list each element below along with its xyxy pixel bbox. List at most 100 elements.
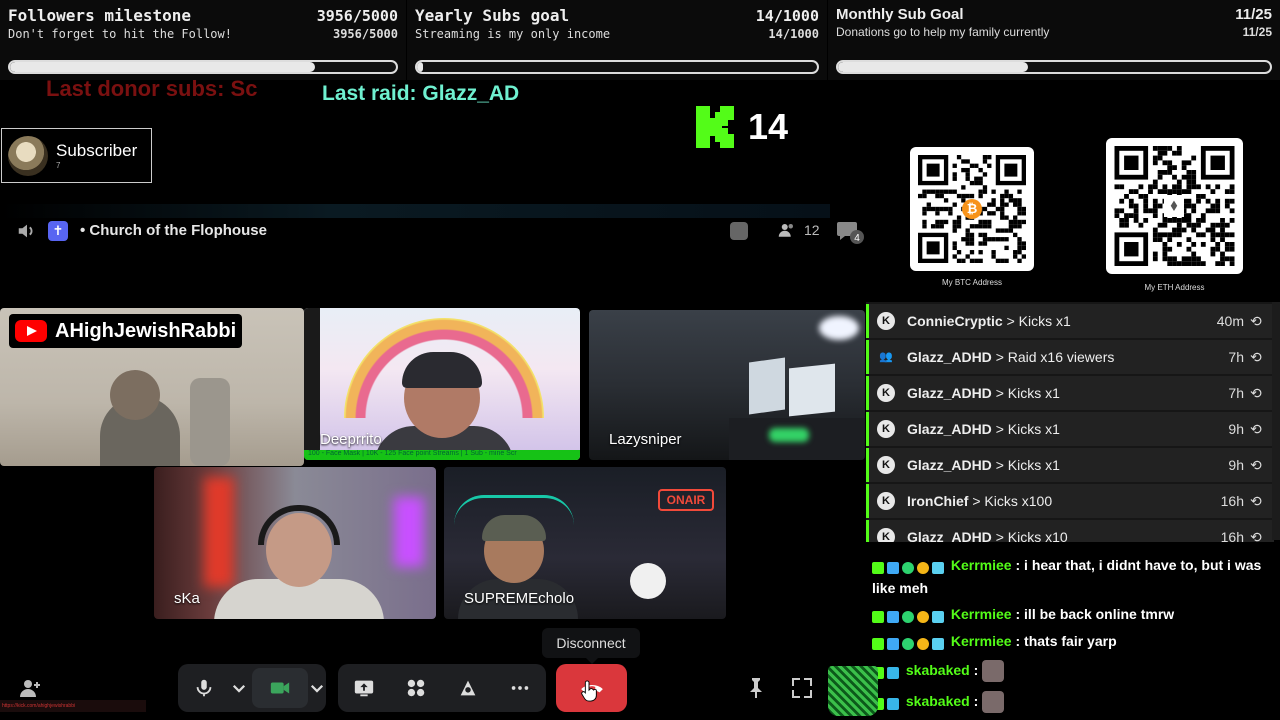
activity-controls: [338, 664, 546, 712]
avatar: [8, 135, 48, 176]
microphone-button[interactable]: [178, 664, 230, 712]
chat-username[interactable]: Kerrmiee: [951, 633, 1012, 649]
event-time: 9h: [1228, 457, 1244, 473]
emote-icon: [982, 660, 1005, 683]
event-list[interactable]: K ConnieCryptic > Kicks x1 40m ⟲ 👥 Glazz…: [866, 302, 1274, 542]
chat-message: skabaked :: [872, 690, 1268, 714]
eth-caption: My ETH Address: [1144, 283, 1205, 292]
chat-username[interactable]: Kerrmiee: [951, 557, 1012, 573]
replay-icon[interactable]: ⟲: [1250, 349, 1266, 365]
event-time: 9h: [1228, 421, 1244, 437]
chat-text: :: [973, 662, 979, 678]
activities-button[interactable]: [390, 664, 442, 712]
goal-count: 3956/5000: [316, 7, 398, 25]
microphone-icon: [196, 679, 212, 697]
video-tile-lazysniper[interactable]: Lazysniper: [589, 310, 865, 460]
chat-username[interactable]: skabaked: [906, 662, 970, 678]
youtube-name-label: AHighJewishRabbi: [9, 314, 243, 348]
event-list-scrollbar[interactable]: [1272, 302, 1280, 540]
list-item: K ConnieCryptic > Kicks x1 40m ⟲: [866, 304, 1274, 338]
pin-icon[interactable]: [744, 676, 768, 700]
stage-channel-icon: ✝: [48, 221, 68, 241]
activity-icon[interactable]: [730, 222, 748, 240]
people-icon: [778, 224, 793, 237]
kick-icon: K: [877, 528, 895, 542]
chat-message: Kerrmiee : thats fair yarp: [872, 630, 1268, 653]
more-options-button[interactable]: [494, 664, 546, 712]
chat-badges: [872, 631, 947, 653]
goal-progress-bar: [415, 60, 819, 74]
goal-followers: Followers milestone 3956/5000 Don't forg…: [0, 0, 406, 80]
eth-qr-code: ⬧: [1106, 138, 1243, 274]
disconnect-button[interactable]: [556, 664, 627, 712]
chat-badges: [872, 604, 947, 626]
kick-icon: K: [877, 384, 895, 402]
replay-icon[interactable]: ⟲: [1250, 385, 1266, 401]
video-tile-supremecholo[interactable]: ONAIR SUPREMEcholo: [444, 467, 726, 619]
last-donor-ticker: Last donor subs: Sc: [46, 76, 258, 101]
replay-icon[interactable]: ⟲: [1250, 421, 1266, 437]
chat-username[interactable]: Kerrmiee: [951, 606, 1012, 622]
stream-url-text: https://kick.com/ahighjewishrabbi: [0, 700, 146, 712]
participant-name: Deeprrito: [320, 431, 382, 448]
chat-text: : thats fair yarp: [1015, 633, 1117, 649]
video-tile-deeprrito[interactable]: 100 - Face Mask | 10K - 125 Face point S…: [304, 308, 580, 460]
replay-icon[interactable]: ⟲: [1250, 493, 1266, 509]
camera-options-button[interactable]: [308, 664, 326, 712]
participants-number: 12: [804, 222, 820, 238]
disconnect-tooltip: Disconnect: [542, 628, 640, 664]
kick-icon: K: [877, 492, 895, 510]
goal-monthly-subs: Monthly Sub Goal 11/25 Donations go to h…: [828, 0, 1280, 80]
replay-icon[interactable]: ⟲: [1250, 457, 1266, 473]
event-time: 40m: [1216, 313, 1244, 329]
goal-progress-bar: [836, 60, 1272, 74]
soundboard-button[interactable]: [442, 664, 494, 712]
add-user-icon[interactable]: [18, 676, 42, 700]
participant-name: Lazysniper: [609, 431, 682, 448]
subscriber-label: Subscriber: [56, 141, 138, 160]
event-time: 7h: [1228, 385, 1244, 401]
youtube-icon: [15, 320, 47, 342]
kick-count-value: 14: [748, 106, 789, 147]
kick-icon: K: [877, 420, 895, 438]
youtube-channel-name: AHighJewishRabbi: [55, 319, 237, 342]
goal-title: Monthly Sub Goal: [836, 6, 964, 23]
video-tile-ska[interactable]: sKa: [154, 467, 436, 619]
goal-subcount: 14/1000: [768, 27, 819, 41]
chat-bubble-icon[interactable]: 4: [836, 220, 864, 244]
chat-badge: 4: [854, 233, 860, 244]
more-icon: [511, 686, 529, 690]
goal-title: Followers milestone: [8, 6, 192, 25]
on-air-sign: ONAIR: [658, 489, 714, 511]
goal-count: 14/1000: [755, 7, 819, 25]
voice-channel-header: ✝ • Church of the Flophouse 12 4: [0, 216, 870, 246]
goal-subcount: 3956/5000: [332, 27, 398, 41]
cursor-hand-icon: [581, 680, 597, 702]
bitcoin-icon: ₿: [962, 199, 982, 219]
list-item: K Glazz_ADHD > Kicks x1 9h ⟲: [866, 412, 1274, 446]
goal-subtitle: Streaming is my only income: [415, 27, 611, 41]
screen-share-button[interactable]: [338, 664, 390, 712]
list-item: K IronChief > Kicks x100 16h ⟲: [866, 484, 1274, 518]
replay-icon[interactable]: ⟲: [1250, 529, 1266, 542]
audio-video-controls: [178, 664, 326, 712]
subscriber-alert: Subscriber 7: [1, 128, 152, 183]
participants-count[interactable]: 12: [776, 221, 820, 239]
chat-username[interactable]: skabaked: [906, 693, 970, 709]
speaker-icon[interactable]: [16, 220, 38, 242]
fullscreen-icon[interactable]: [790, 676, 814, 700]
chat-badges: [872, 555, 947, 577]
chevron-down-icon: [310, 684, 324, 693]
kick-icon: K: [877, 312, 895, 330]
mic-options-button[interactable]: [230, 664, 248, 712]
event-time: 16h: [1220, 493, 1244, 509]
ethereum-icon: ⬧: [1164, 195, 1184, 217]
chat-message: Kerrmiee : ill be back online tmrw: [872, 603, 1268, 626]
goal-title: Yearly Subs goal: [415, 6, 570, 25]
replay-icon[interactable]: ⟲: [1250, 313, 1266, 329]
list-item: K Glazz_ADHD > Kicks x1 9h ⟲: [866, 448, 1274, 482]
participant-name: sKa: [174, 590, 200, 607]
kick-logo-icon: [694, 104, 738, 150]
list-item: K Glazz_ADHD > Kicks x10 16h ⟲: [866, 520, 1274, 542]
camera-button[interactable]: [252, 668, 308, 708]
